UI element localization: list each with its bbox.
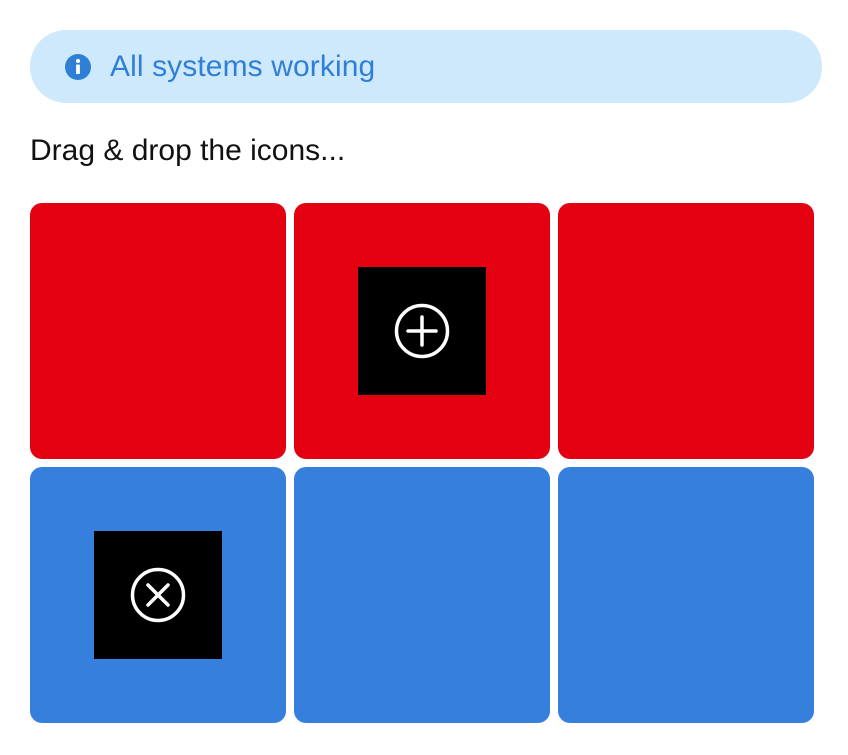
draggable-x-tile[interactable] [94, 531, 222, 659]
drop-grid [30, 203, 814, 723]
draggable-plus-tile[interactable] [358, 267, 486, 395]
drop-zone-red-2[interactable] [294, 203, 550, 459]
plus-circle-icon [394, 303, 450, 359]
drop-zone-blue-2[interactable] [294, 467, 550, 723]
status-banner: All systems working [30, 30, 822, 103]
instructions-text: Drag & drop the icons... [30, 134, 346, 167]
x-circle-icon [130, 567, 186, 623]
drop-zone-red-3[interactable] [558, 203, 814, 459]
info-icon [64, 53, 92, 81]
status-message: All systems working [110, 49, 376, 83]
drop-zone-blue-1[interactable] [30, 467, 286, 723]
drop-zone-red-1[interactable] [30, 203, 286, 459]
drop-zone-blue-3[interactable] [558, 467, 814, 723]
